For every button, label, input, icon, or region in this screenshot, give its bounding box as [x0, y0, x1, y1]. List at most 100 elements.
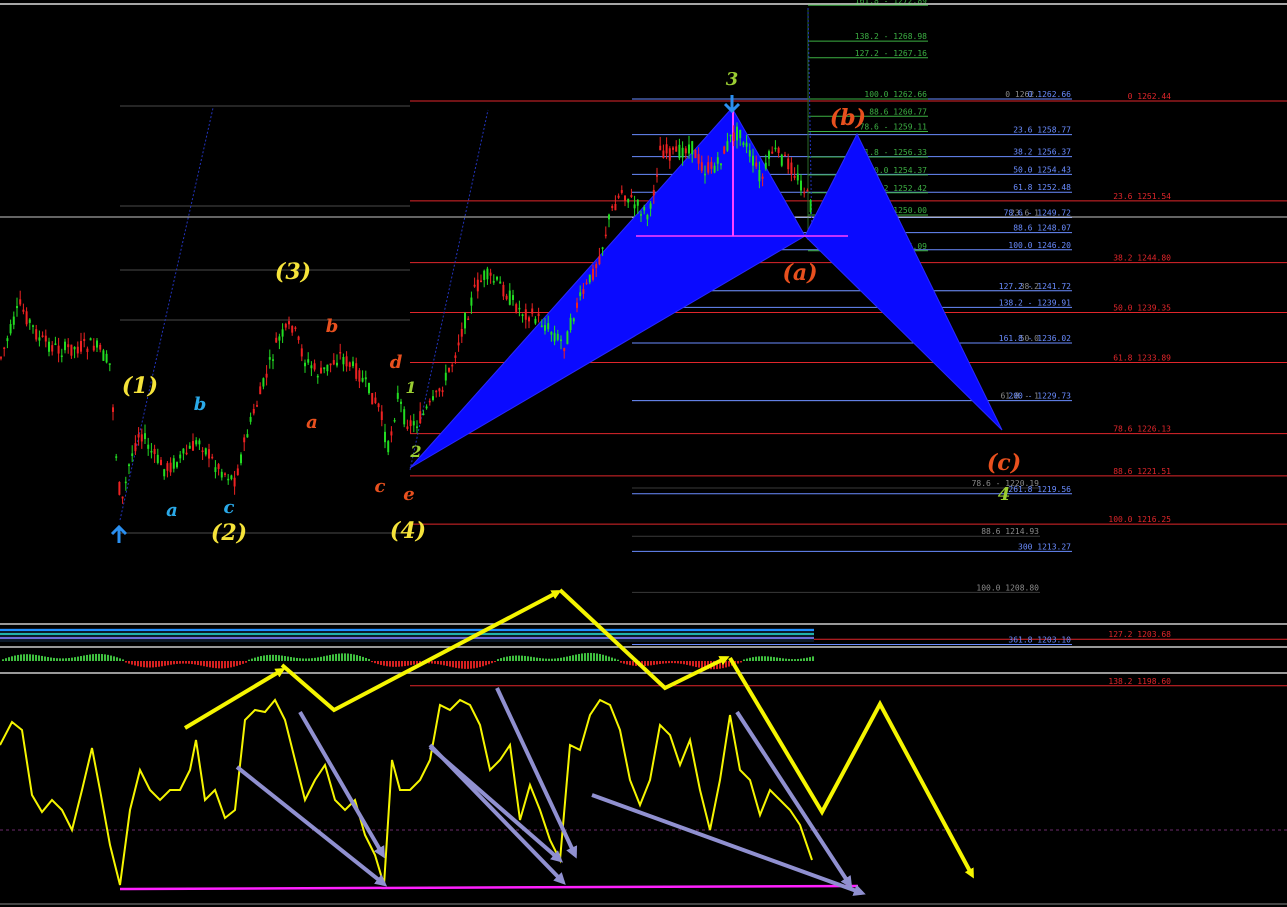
histogram-bar	[563, 657, 565, 661]
histogram-bar	[353, 654, 355, 661]
candle-body	[172, 458, 175, 469]
candle-body	[576, 302, 578, 308]
candle-body	[499, 281, 502, 284]
candle-body	[652, 189, 655, 196]
histogram-bar	[251, 658, 253, 661]
histogram-bar	[752, 657, 754, 661]
wave-label: d	[390, 352, 403, 373]
candle-body	[92, 345, 95, 351]
candle-body	[259, 386, 262, 395]
candle-body	[188, 445, 191, 449]
histogram-bar	[449, 661, 451, 667]
candle-body	[473, 284, 476, 287]
fib-red-label: 23.6 1251.54	[1113, 192, 1171, 201]
histogram-bar	[362, 656, 364, 661]
histogram-bar	[485, 661, 487, 666]
candle-body	[774, 147, 777, 150]
candle-body	[704, 173, 706, 176]
histogram-bar	[287, 656, 289, 661]
histogram-bar	[656, 661, 658, 665]
candle-body	[729, 134, 732, 137]
wave-label: (a)	[782, 260, 817, 286]
candle-body	[310, 365, 313, 369]
histogram-bar	[143, 661, 145, 668]
histogram-bar	[155, 661, 157, 668]
candle-body	[585, 282, 588, 285]
histogram-bar	[68, 658, 70, 661]
histogram-bar	[611, 657, 613, 661]
candle-body	[291, 325, 294, 333]
candle-body	[316, 375, 319, 378]
candle-body	[569, 317, 572, 331]
histogram-bar	[431, 661, 433, 664]
wave-label: (3)	[275, 259, 311, 285]
histogram-bar	[335, 653, 337, 661]
histogram-bar	[5, 658, 7, 661]
candle-body	[793, 175, 796, 178]
histogram-bar	[494, 661, 496, 663]
candle-body	[166, 463, 169, 471]
histogram-bar	[350, 653, 352, 661]
wave-label: c	[375, 476, 386, 497]
candle-body	[534, 318, 537, 324]
candle-body	[86, 348, 89, 352]
histogram-bar	[590, 652, 592, 661]
histogram-bar	[503, 657, 505, 661]
histogram-bar	[455, 661, 457, 668]
histogram-bar	[218, 661, 220, 669]
oscillator-line	[0, 698, 813, 886]
candle-body	[435, 390, 438, 393]
candle-body	[572, 318, 575, 322]
candle-body	[16, 306, 18, 309]
histogram-bar	[806, 657, 808, 661]
histogram-bar	[20, 654, 22, 661]
histogram-bar	[11, 656, 13, 661]
candle-body	[633, 204, 636, 209]
histogram-bar	[266, 655, 268, 661]
fib-red-label: 138.2 1198.60	[1108, 677, 1171, 686]
histogram-bar	[242, 661, 244, 664]
candle-body	[803, 191, 806, 194]
histogram-bar	[101, 654, 103, 661]
candle-body	[380, 411, 383, 421]
histogram-bar	[674, 661, 676, 664]
histogram-bar	[329, 654, 331, 661]
support-line	[119, 884, 859, 891]
candle-body	[582, 289, 585, 294]
candle-body	[73, 346, 76, 350]
fib-blue-label: 61.8 1252.48	[1013, 183, 1071, 192]
candle-body	[160, 459, 162, 466]
histogram-bar	[224, 661, 226, 669]
histogram-bar	[86, 654, 88, 661]
fib-blue-label: 161.8 - 1236.02	[999, 334, 1071, 343]
histogram-bar	[737, 661, 739, 664]
histogram-bar	[158, 661, 160, 667]
histogram-bar	[221, 661, 223, 669]
candle-body	[563, 347, 566, 352]
candle-body	[505, 295, 508, 300]
histogram-bar	[254, 657, 256, 661]
candle-body	[80, 341, 82, 352]
fib-red-label: 38.2 1244.80	[1113, 254, 1171, 263]
candle-body	[182, 448, 185, 454]
indicator-strip	[0, 623, 1287, 648]
histogram-bar	[500, 658, 502, 661]
candle-body	[246, 434, 249, 438]
histogram-bar	[473, 661, 475, 669]
candle-body	[566, 331, 569, 345]
histogram-bar	[530, 656, 532, 661]
histogram-bar	[566, 656, 568, 661]
candle-body	[128, 464, 130, 467]
histogram-bar	[122, 659, 124, 661]
histogram-bar	[470, 661, 472, 669]
histogram-bar	[587, 652, 589, 661]
candle-body	[96, 340, 98, 348]
fib-green-label: 138.2 - 1268.98	[855, 32, 927, 41]
histogram-bar	[107, 654, 109, 661]
candle-body	[518, 307, 521, 310]
candle-body	[300, 348, 303, 357]
candle-body	[220, 471, 223, 478]
histogram-bar	[620, 661, 622, 663]
candle-body	[800, 180, 802, 191]
candle-body	[492, 281, 495, 283]
